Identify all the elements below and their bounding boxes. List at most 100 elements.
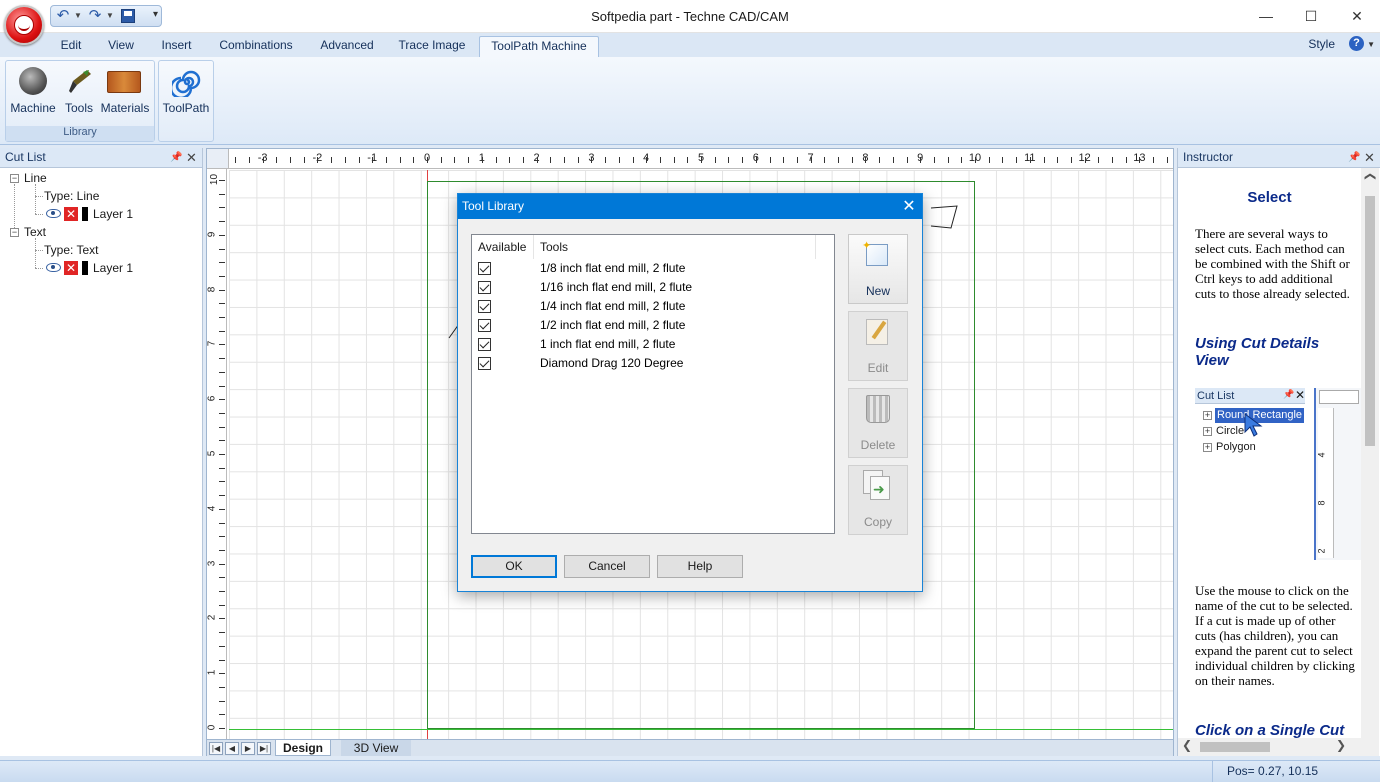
close-panel-icon[interactable]: ✕	[1364, 148, 1375, 168]
vertical-ruler: 10 9 8 7 6 5 4 3 2 1 0	[206, 169, 227, 739]
example-item: Polygon	[1216, 441, 1256, 453]
tool-name[interactable]: 1/4 inch flat end mill, 2 flute	[540, 299, 685, 313]
tool-available-checkbox[interactable]	[478, 281, 491, 294]
materials-label: Materials	[100, 101, 150, 115]
layer-color-swatch	[82, 261, 88, 275]
cut-list-panel: Cut List 📌 ✕ − Line Type: Line ✕ Layer 1…	[0, 148, 203, 756]
text-cut-shape[interactable]	[929, 200, 969, 230]
help-icon[interactable]: ?	[1349, 36, 1364, 51]
help-dropdown-icon[interactable]: ▼	[1367, 40, 1375, 49]
tool-library-dialog: Tool Library ✕ Available Tools 1/8 inch …	[457, 193, 923, 592]
title-bar: Softpedia part - Techne CAD/CAM — ☐ ✕	[0, 0, 1380, 33]
edit-tool-button[interactable]: Edit	[848, 311, 908, 381]
ribbon: Machine Tools Materials Library ToolPath	[0, 57, 1380, 145]
save-icon[interactable]	[121, 9, 135, 23]
pin-icon: 📌	[1283, 389, 1295, 399]
scroll-left-icon[interactable]: ❮	[1182, 738, 1192, 752]
app-menu-button[interactable]	[4, 5, 44, 45]
trash-icon	[866, 395, 890, 423]
layer-color-swatch	[82, 207, 88, 221]
redo-dropdown-icon[interactable]: ▼	[106, 10, 114, 22]
dialog-close-icon[interactable]: ✕	[896, 194, 922, 219]
v-ruler-label: 6	[206, 395, 218, 402]
tool-available-checkbox[interactable]	[478, 357, 491, 370]
instructor-vscroll[interactable]: ❯	[1361, 168, 1379, 756]
library-group-label: Library	[6, 126, 154, 141]
cancel-button[interactable]: Cancel	[564, 555, 650, 578]
window-title: Softpedia part - Techne CAD/CAM	[591, 9, 789, 24]
cut-item-line[interactable]: Line	[24, 171, 47, 185]
tool-name[interactable]: 1/16 inch flat end mill, 2 flute	[540, 280, 692, 294]
instructor-content: Select There are several ways to select …	[1178, 168, 1361, 756]
help-button[interactable]: Help	[657, 555, 743, 578]
machine-button[interactable]: Machine	[10, 65, 56, 117]
collapse-icon[interactable]: −	[10, 174, 19, 183]
tool-name[interactable]: 1/8 inch flat end mill, 2 flute	[540, 261, 685, 275]
tab-advanced[interactable]: Advanced	[313, 36, 381, 57]
cut-type-text: Type: Text	[44, 243, 99, 257]
column-header-available[interactable]: Available	[472, 235, 534, 259]
tool-name[interactable]: 1/2 inch flat end mill, 2 flute	[540, 318, 685, 332]
last-sheet-icon[interactable]: ▶|	[257, 742, 271, 755]
first-sheet-icon[interactable]: |◀	[209, 742, 223, 755]
tab-toolpath-machine[interactable]: ToolPath Machine	[479, 36, 599, 57]
tab-3d-view[interactable]: 3D View	[341, 740, 411, 756]
v-ruler-label: 2	[206, 615, 218, 621]
instructor-hscroll[interactable]: ❮ ❯	[1178, 738, 1361, 756]
tool-available-checkbox[interactable]	[478, 319, 491, 332]
close-icon: ✕	[1295, 388, 1306, 402]
instructor-section-heading: Click on a Single Cut	[1195, 722, 1345, 739]
prev-sheet-icon[interactable]: ◀	[225, 742, 239, 755]
customize-qat-icon[interactable]: ▾	[153, 9, 158, 20]
tab-design[interactable]: Design	[275, 740, 331, 756]
tab-edit[interactable]: Edit	[52, 36, 90, 57]
undo-dropdown-icon[interactable]: ▼	[74, 10, 82, 22]
ok-button[interactable]: OK	[471, 555, 557, 578]
visibility-eye-icon[interactable]	[46, 209, 61, 218]
layer-label: Layer 1	[93, 261, 134, 275]
new-tool-button[interactable]: ✦ New	[848, 234, 908, 304]
tool-available-checkbox[interactable]	[478, 300, 491, 313]
tab-trace-image[interactable]: Trace Image	[394, 36, 470, 57]
tool-name[interactable]: 1 inch flat end mill, 2 flute	[540, 337, 675, 351]
delete-tool-button[interactable]: Delete	[848, 388, 908, 458]
pin-icon[interactable]: 📌	[170, 148, 182, 168]
v-ruler-label: 0	[206, 724, 218, 731]
tool-available-checkbox[interactable]	[478, 338, 491, 351]
pin-icon[interactable]: 📌	[1348, 148, 1360, 168]
instructor-section-heading: Using Cut Details View	[1195, 335, 1320, 369]
scroll-right-icon[interactable]: ❯	[1336, 738, 1346, 752]
tab-combinations[interactable]: Combinations	[213, 36, 299, 57]
scroll-thumb[interactable]	[1365, 196, 1375, 446]
cut-item-text[interactable]: Text	[24, 225, 46, 239]
ribbon-tabs: Edit View Insert Combinations Advanced T…	[0, 33, 1380, 57]
column-header-tools[interactable]: Tools	[534, 235, 816, 259]
maximize-button[interactable]: ☐	[1288, 0, 1334, 32]
copy-tool-button[interactable]: ➜ Copy	[848, 465, 908, 535]
instructor-panel: Instructor 📌 ✕ Select There are several …	[1177, 148, 1380, 756]
disable-cut-icon[interactable]: ✕	[64, 207, 78, 221]
close-button[interactable]: ✕	[1334, 0, 1380, 32]
tab-view[interactable]: View	[101, 36, 141, 57]
close-panel-icon[interactable]: ✕	[186, 148, 197, 168]
disable-cut-icon[interactable]: ✕	[64, 261, 78, 275]
tab-insert[interactable]: Insert	[153, 36, 200, 57]
collapse-icon[interactable]: −	[10, 228, 19, 237]
scroll-up-icon[interactable]: ❯	[1363, 172, 1376, 181]
tool-name[interactable]: Diamond Drag 120 Degree	[540, 356, 683, 370]
scroll-thumb[interactable]	[1200, 742, 1270, 752]
toolpath-button[interactable]: ToolPath	[163, 65, 209, 117]
redo-icon[interactable]: ↷	[87, 8, 103, 24]
tool-available-checkbox[interactable]	[478, 262, 491, 275]
style-menu[interactable]: Style	[1308, 37, 1335, 51]
minimize-button[interactable]: —	[1243, 0, 1289, 32]
next-sheet-icon[interactable]: ▶	[241, 742, 255, 755]
instructor-intro: There are several ways to select cuts. E…	[1195, 226, 1350, 301]
visibility-eye-icon[interactable]	[46, 263, 61, 272]
tools-list[interactable]: Available Tools 1/8 inch flat end mill, …	[471, 234, 835, 534]
tools-button[interactable]: Tools	[56, 65, 102, 117]
materials-button[interactable]: Materials	[101, 65, 149, 117]
delete-label: Delete	[860, 438, 896, 452]
materials-icon	[107, 71, 141, 93]
undo-icon[interactable]: ↶	[55, 8, 71, 24]
